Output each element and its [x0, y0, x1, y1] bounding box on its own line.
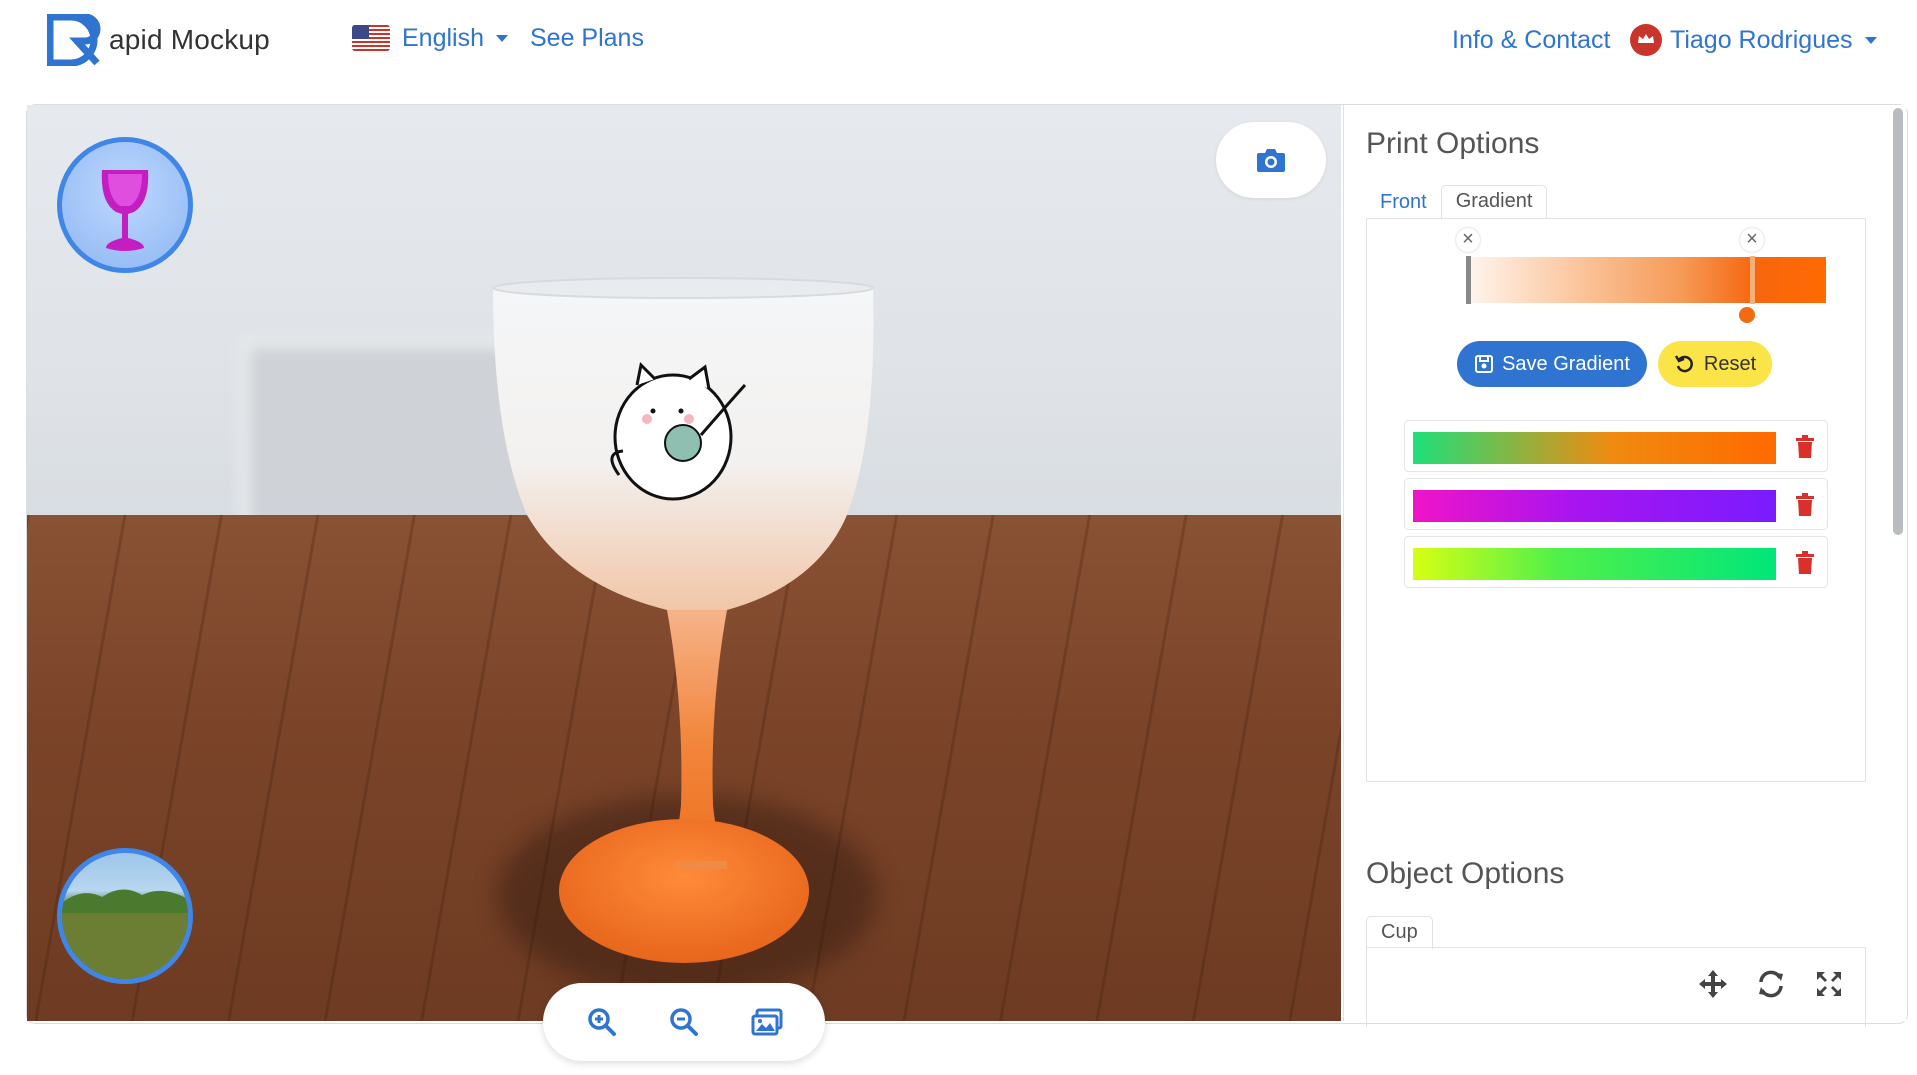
images-icon	[751, 1008, 782, 1036]
remove-stop-start-icon[interactable]: ×	[1456, 228, 1480, 252]
language-label: English	[402, 23, 484, 52]
trash-icon	[1796, 435, 1814, 458]
object-tab-panel	[1366, 947, 1866, 1027]
gradient-stop-start[interactable]	[1466, 256, 1471, 304]
us-flag-icon	[352, 25, 390, 51]
chevron-down-icon	[1864, 36, 1877, 44]
background-image-button[interactable]	[743, 998, 791, 1046]
goblet-model[interactable]	[27, 105, 1341, 1021]
user-name: Tiago Rodrigues	[1670, 25, 1853, 54]
delete-preset-button[interactable]	[1793, 433, 1817, 461]
scale-icon	[1817, 972, 1841, 996]
save-gradient-label: Save Gradient	[1502, 352, 1630, 375]
language-dropdown[interactable]: English	[352, 20, 508, 56]
rotate-icon	[1759, 970, 1783, 998]
landscape-icon	[62, 889, 188, 979]
delete-preset-button[interactable]	[1793, 491, 1817, 519]
remove-stop-end-icon[interactable]: ×	[1740, 228, 1764, 252]
user-menu-dropdown[interactable]: Tiago Rodrigues	[1630, 22, 1877, 58]
environment-thumbnail[interactable]	[57, 848, 193, 984]
gradient-stop-end[interactable]	[1750, 256, 1755, 304]
object-options-tabs: Cup	[1366, 916, 1433, 950]
panel-scrollbar[interactable]	[1893, 108, 1903, 535]
rotate-button[interactable]	[1751, 964, 1791, 1004]
brand-name: apid Mockup	[109, 24, 270, 55]
scale-button[interactable]	[1809, 964, 1849, 1004]
gradient-swatch[interactable]	[1413, 490, 1776, 522]
print-options-heading: Print Options	[1366, 127, 1540, 160]
brand-logo[interactable]: apid Mockup	[46, 12, 270, 68]
undo-icon	[1674, 355, 1693, 373]
chevron-down-icon	[496, 34, 508, 42]
reset-label: Reset	[1703, 352, 1757, 375]
see-plans-link[interactable]: See Plans	[530, 20, 644, 56]
zoom-out-button[interactable]	[660, 998, 708, 1046]
delete-preset-button[interactable]	[1793, 549, 1817, 577]
camera-icon	[1257, 149, 1285, 172]
print-options-tabs: Front Gradient	[1366, 185, 1548, 219]
trash-icon	[1796, 493, 1814, 516]
gradient-preview-bar[interactable]	[1466, 257, 1826, 303]
gradient-preset[interactable]	[1404, 536, 1828, 588]
object-options-heading: Object Options	[1366, 857, 1565, 890]
object-thumbnail[interactable]	[57, 137, 193, 273]
gradient-preset[interactable]	[1404, 478, 1828, 530]
gradient-preset[interactable]	[1404, 420, 1828, 472]
logo-mark-icon	[46, 13, 107, 67]
goblet-icon	[101, 170, 149, 251]
tab-front[interactable]: Front	[1366, 187, 1441, 219]
zoom-in-icon	[587, 1008, 616, 1036]
zoom-in-button[interactable]	[578, 998, 626, 1046]
tab-gradient[interactable]: Gradient	[1440, 185, 1548, 219]
3d-viewport[interactable]	[27, 105, 1341, 1021]
gradient-swatch[interactable]	[1413, 548, 1776, 580]
move-button[interactable]	[1693, 964, 1733, 1004]
screenshot-button[interactable]	[1216, 122, 1326, 198]
trash-icon	[1796, 551, 1814, 574]
avatar	[1630, 24, 1662, 56]
info-contact-link[interactable]: Info & Contact	[1452, 22, 1610, 58]
gradient-stop-handle[interactable]	[1739, 307, 1755, 323]
move-icon	[1699, 970, 1727, 998]
zoom-toolbar	[543, 983, 825, 1061]
zoom-out-icon	[670, 1008, 698, 1036]
save-gradient-button[interactable]: Save Gradient	[1457, 341, 1647, 387]
save-icon	[1475, 355, 1494, 373]
reset-button[interactable]: Reset	[1658, 341, 1772, 387]
tab-cup[interactable]: Cup	[1366, 916, 1433, 950]
gradient-swatch[interactable]	[1413, 432, 1776, 464]
